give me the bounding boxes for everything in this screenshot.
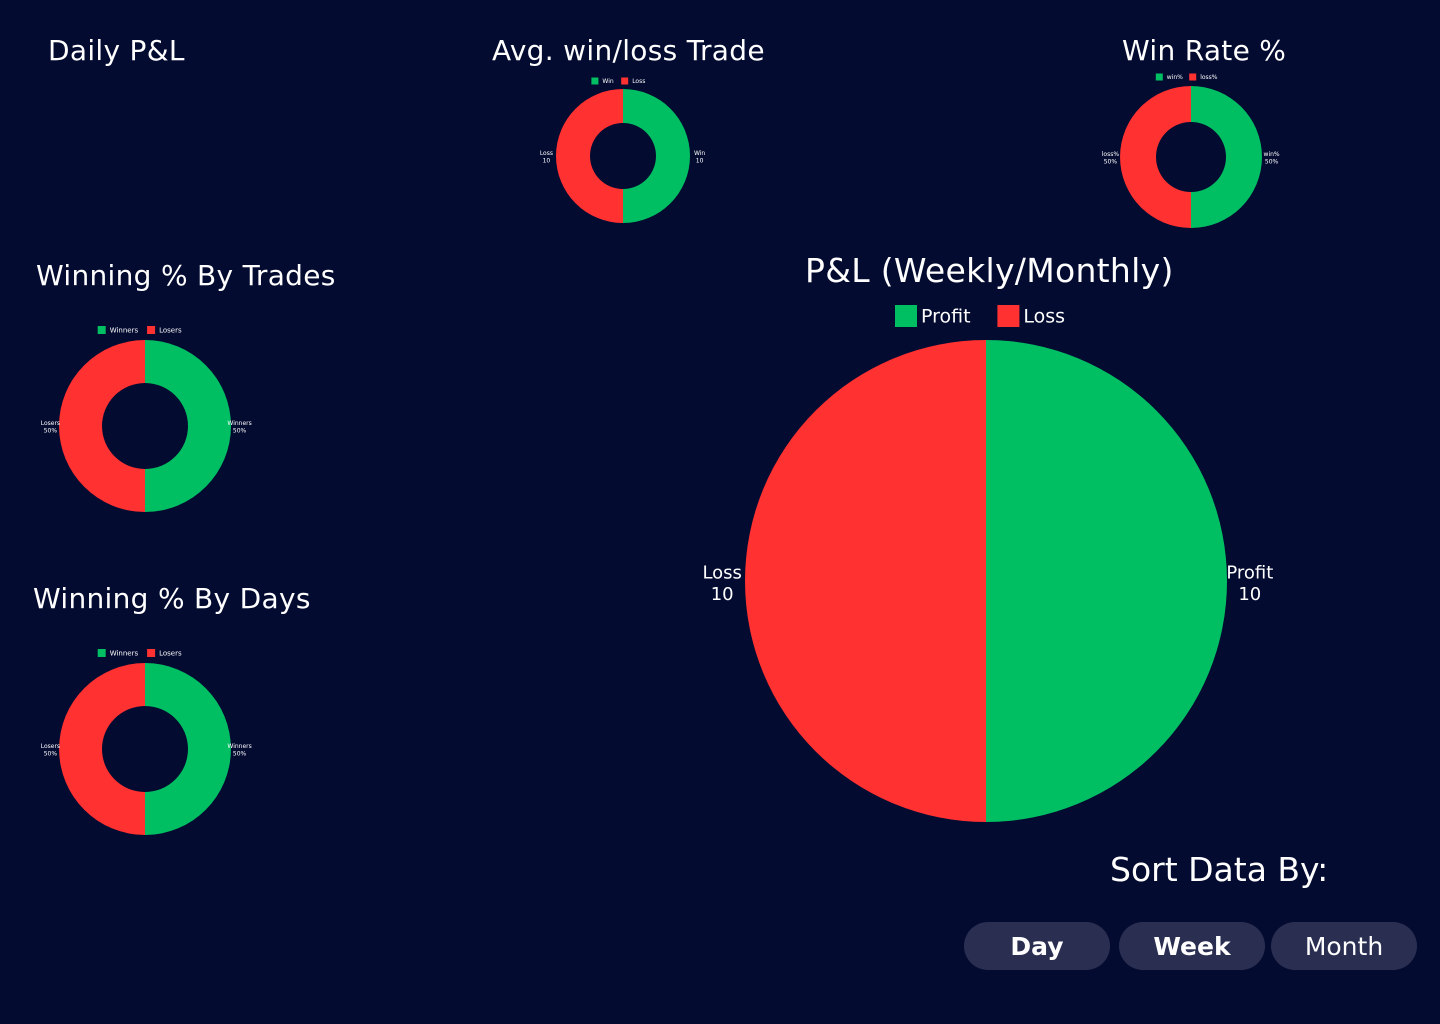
sort-week-button[interactable]: Week: [1119, 922, 1265, 970]
legend-label-winners: Winners: [110, 649, 139, 657]
data-label-winners: Winners: [227, 743, 251, 750]
sort-day-button[interactable]: Day: [964, 922, 1110, 970]
slice-winners: [145, 663, 231, 835]
data-value-losers: 50%: [44, 750, 58, 757]
legend-swatch-winners: [97, 649, 106, 657]
sort-data-label: Sort Data By:: [1110, 850, 1329, 889]
legend-swatch-losers: [147, 649, 156, 657]
slice-losers: [59, 663, 145, 835]
sort-month-button[interactable]: Month: [1271, 922, 1417, 970]
data-label-losers: Losers: [41, 743, 60, 750]
legend-label-losers: Losers: [159, 649, 182, 657]
data-value-winners: 50%: [233, 750, 247, 757]
